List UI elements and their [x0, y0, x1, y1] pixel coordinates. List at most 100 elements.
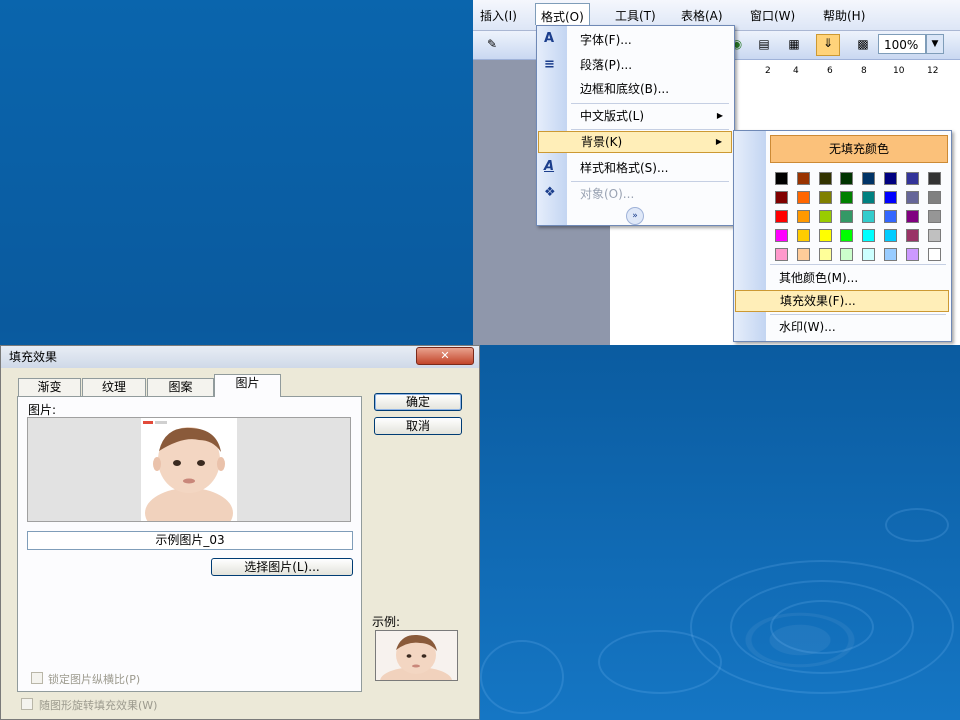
color-swatch[interactable] — [927, 229, 941, 242]
ok-button[interactable]: 确定 — [374, 393, 462, 411]
color-swatch[interactable] — [927, 191, 941, 204]
ruler: 2 4 6 8 10 12 — [735, 60, 960, 83]
color-swatch[interactable] — [905, 172, 919, 185]
ruler-tick: 4 — [793, 66, 799, 76]
color-swatch[interactable] — [775, 229, 788, 242]
color-swatch[interactable] — [927, 248, 941, 261]
menu-table[interactable]: 表格(A) — [681, 7, 723, 24]
ripple-decoration — [885, 508, 949, 542]
menu-item-watermark[interactable]: 水印(W)... — [766, 316, 948, 338]
menu-item-label: 背景(K) — [581, 135, 623, 149]
object-icon: ❖ — [544, 185, 556, 200]
color-swatch[interactable] — [840, 191, 854, 204]
lock-aspect-checkbox — [31, 672, 43, 684]
menu-insert[interactable]: 插入(I) — [480, 7, 517, 24]
menu-item-asian-layout[interactable]: 中文版式(L) ▶ — [567, 105, 732, 127]
menu-item-borders[interactable]: 边框和底纹(B)... — [567, 78, 732, 100]
ripple-decoration — [598, 630, 722, 694]
tab-gradient[interactable]: 渐变 — [18, 378, 81, 396]
color-swatch[interactable] — [775, 191, 788, 204]
color-swatch[interactable] — [905, 248, 919, 261]
color-swatch[interactable] — [818, 172, 832, 185]
select-picture-button[interactable]: 选择图片(L)... — [211, 558, 353, 576]
color-swatch[interactable] — [905, 229, 919, 242]
menu-format[interactable]: 格式(O) — [535, 3, 590, 25]
color-swatch[interactable] — [775, 248, 788, 261]
color-swatch[interactable] — [818, 210, 832, 223]
ruler-tick: 8 — [861, 66, 867, 76]
lock-aspect-label: 锁定图片纵横比(P) — [48, 673, 141, 686]
ripple-decoration — [770, 600, 874, 654]
color-swatch[interactable] — [862, 210, 876, 223]
menu-item-font[interactable]: 字体(F)... — [567, 29, 732, 51]
close-icon[interactable]: ✕ — [416, 347, 474, 365]
zoom-box[interactable]: 100% — [878, 34, 926, 54]
color-swatch[interactable] — [796, 210, 810, 223]
menu-separator — [770, 314, 946, 315]
ruler-tick: 10 — [893, 66, 905, 76]
font-icon: A — [544, 31, 555, 46]
menu-window[interactable]: 窗口(W) — [750, 7, 795, 24]
tab-picture[interactable]: 图片 — [214, 374, 281, 397]
baby-photo — [141, 418, 237, 521]
paragraph-icon: ≡ — [544, 57, 555, 72]
menu-item-paragraph[interactable]: 段落(P)... — [567, 54, 732, 76]
color-swatch[interactable] — [840, 172, 854, 185]
dialog-title: 填充效果 — [1, 346, 479, 368]
color-swatch[interactable] — [796, 191, 810, 204]
ruler-tick: 12 — [927, 66, 939, 76]
color-swatch[interactable] — [905, 210, 919, 223]
document-map-icon[interactable]: ▤ — [755, 36, 773, 52]
color-swatch[interactable] — [927, 172, 941, 185]
color-swatch[interactable] — [927, 210, 941, 223]
color-swatch[interactable] — [775, 210, 788, 223]
rotate-fill-checkbox[interactable] — [21, 698, 33, 710]
chevron-right-icon: ▶ — [716, 111, 723, 120]
menu-separator — [571, 181, 729, 182]
color-swatch[interactable] — [862, 191, 876, 204]
tab-texture[interactable]: 纹理 — [82, 378, 146, 396]
cancel-button[interactable]: 取消 — [374, 417, 462, 435]
sample-label: 示例: — [372, 615, 401, 629]
color-swatch[interactable] — [818, 229, 832, 242]
color-swatch[interactable] — [884, 229, 897, 242]
menu-item-more-colors[interactable]: 其他颜色(M)... — [766, 267, 948, 289]
table-icon[interactable]: ▦ — [785, 36, 803, 52]
color-swatch[interactable] — [840, 248, 854, 261]
color-swatch[interactable] — [775, 172, 788, 185]
color-swatch[interactable] — [818, 248, 832, 261]
color-swatch[interactable] — [840, 210, 854, 223]
tab-pattern[interactable]: 图案 — [147, 378, 214, 396]
color-swatch[interactable] — [796, 248, 810, 261]
menu-item-styles[interactable]: 样式和格式(S)... — [567, 157, 732, 179]
color-swatch[interactable] — [905, 191, 919, 204]
color-swatch[interactable] — [796, 229, 810, 242]
menu-tools[interactable]: 工具(T) — [615, 7, 656, 24]
color-swatch[interactable] — [884, 191, 897, 204]
color-swatch[interactable] — [884, 210, 897, 223]
menu-item-fill-effects[interactable]: 填充效果(F)... — [735, 290, 949, 312]
menu-item-label: 中文版式(L) — [580, 109, 645, 123]
color-swatch[interactable] — [862, 229, 876, 242]
picture-label: 图片: — [28, 403, 57, 417]
sample-preview — [375, 630, 458, 681]
research-icon[interactable]: ✎ — [483, 36, 501, 52]
color-swatch[interactable] — [862, 248, 876, 261]
chevron-down-icon[interactable]: ▼ — [926, 34, 944, 54]
expand-menu-icon[interactable]: » — [626, 207, 644, 225]
color-swatch[interactable] — [884, 248, 897, 261]
rotate-fill-label: 随图形旋转填充效果(W) — [39, 699, 158, 712]
menu-item-background[interactable]: 背景(K) ▶ — [538, 131, 732, 153]
picture-name-field: 示例图片_03 — [27, 531, 353, 550]
color-swatch[interactable] — [862, 172, 876, 185]
color-swatch[interactable] — [796, 172, 810, 185]
ruler-tick: 6 — [827, 66, 833, 76]
menu-help[interactable]: 帮助(H) — [823, 7, 865, 24]
read-icon[interactable]: ▩ — [854, 36, 872, 52]
show-hide-icon[interactable]: ⇓ — [816, 34, 840, 56]
color-swatch[interactable] — [840, 229, 854, 242]
styles-icon: A — [544, 159, 555, 174]
color-swatch[interactable] — [818, 191, 832, 204]
no-fill-button[interactable]: 无填充颜色 — [770, 135, 948, 163]
color-swatch[interactable] — [884, 172, 897, 185]
